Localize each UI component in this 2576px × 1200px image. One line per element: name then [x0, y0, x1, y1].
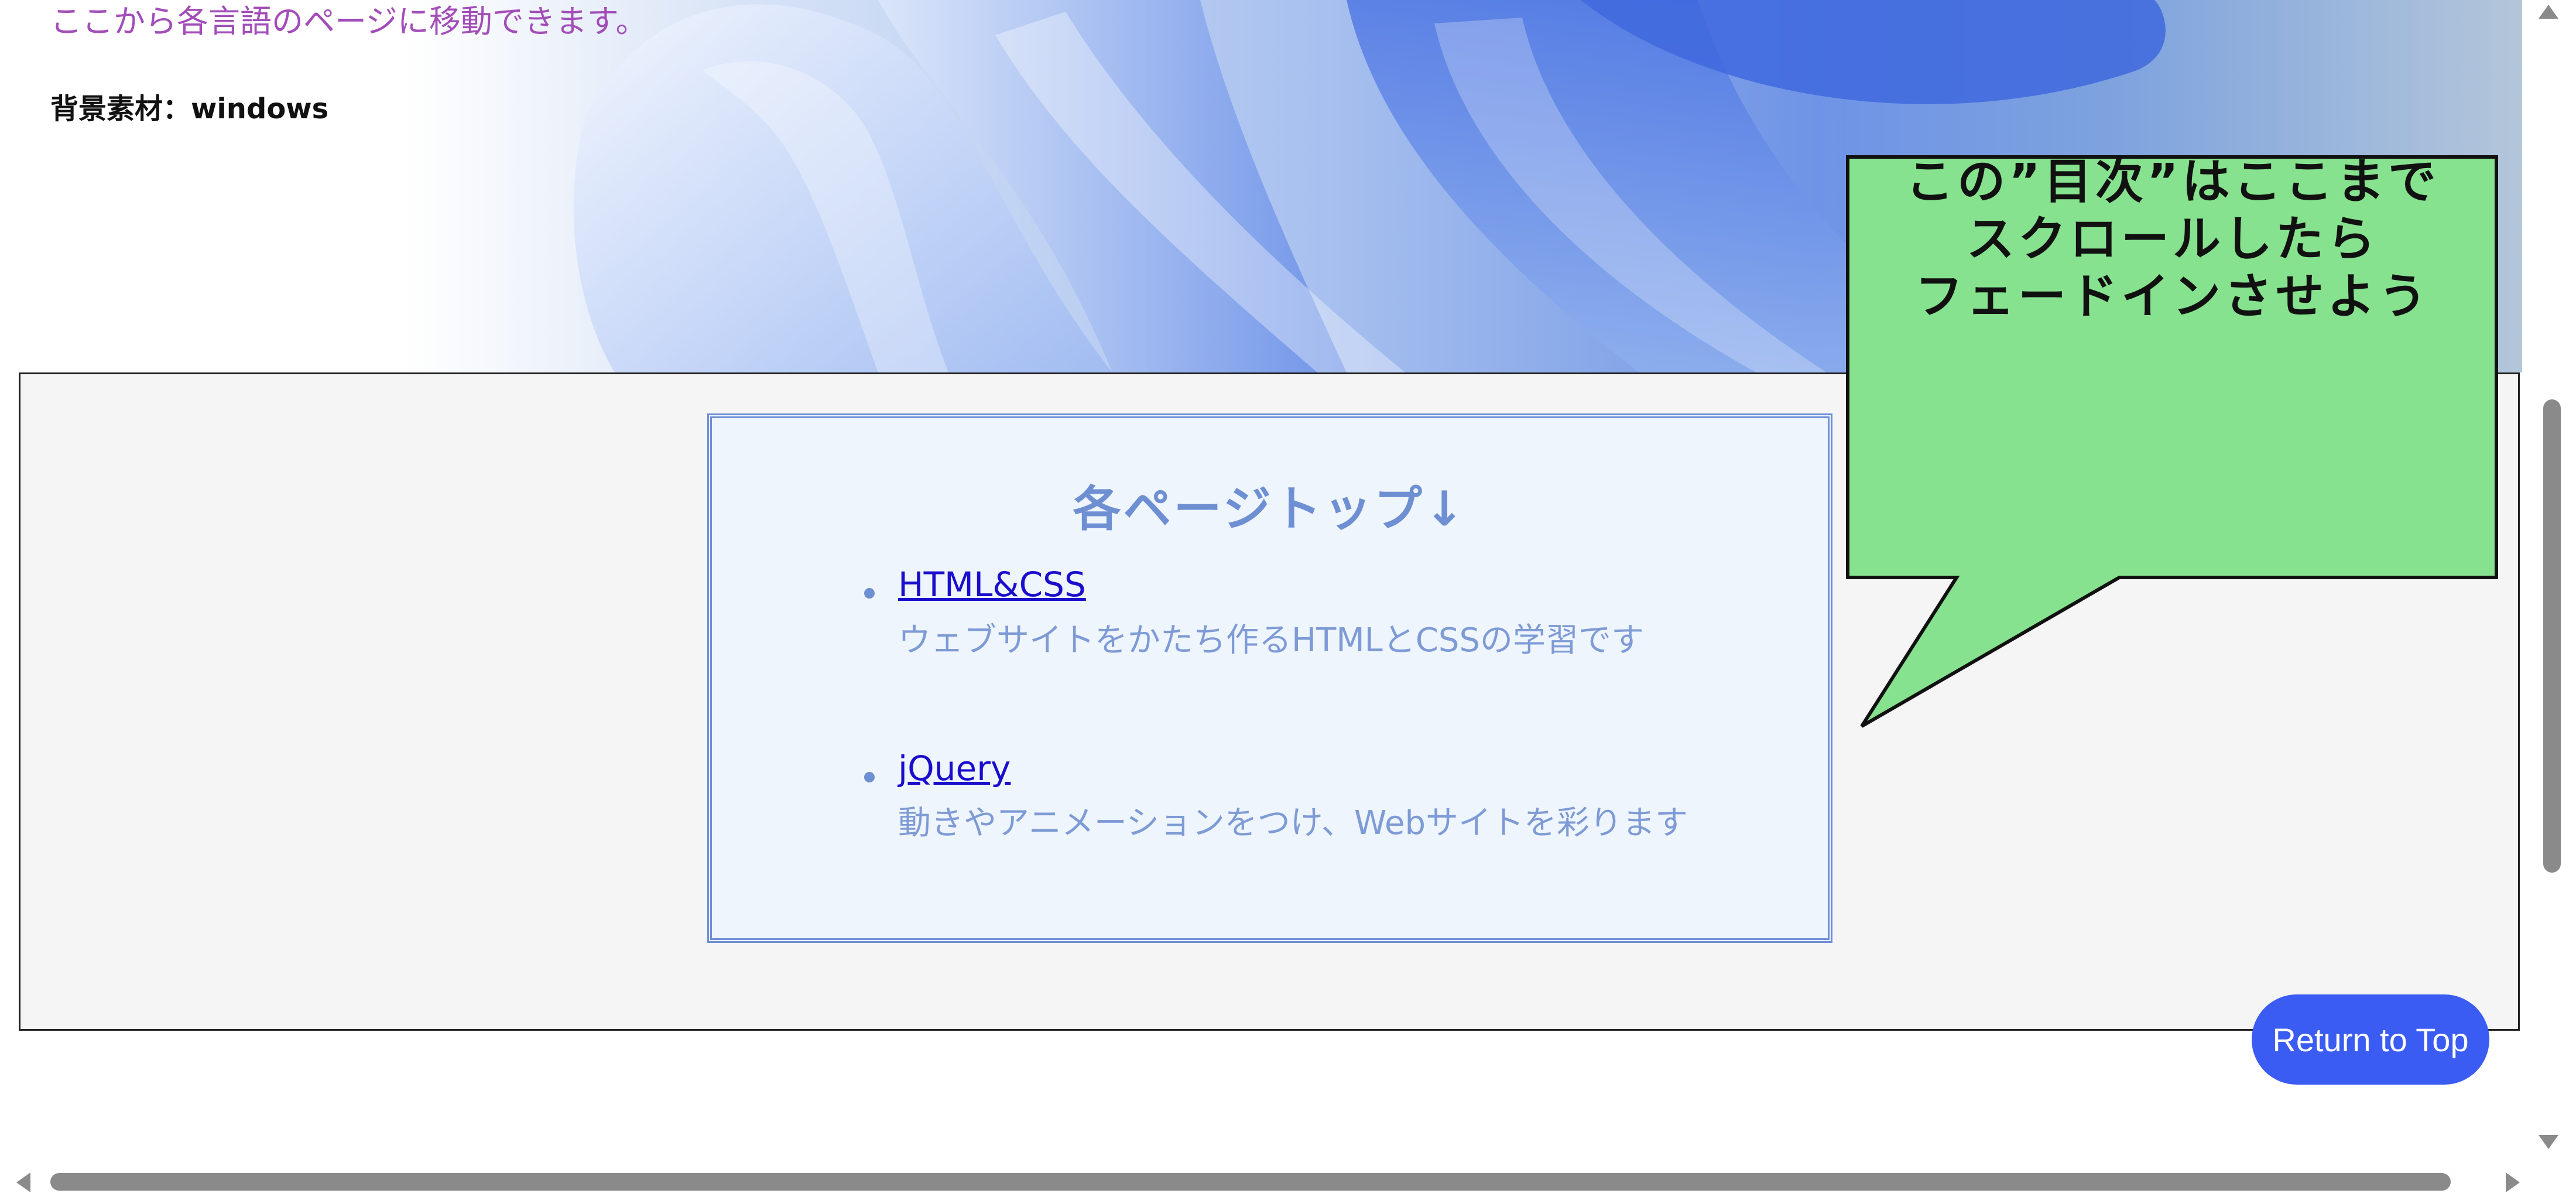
scroll-right-arrow-icon[interactable] [2506, 1172, 2520, 1192]
hero-subtitle: ここから各言語のページに移動できます。 [50, 3, 648, 40]
toc-description-jquery: 動きやアニメーションをつけ、Webサイトを彩ります [898, 804, 1688, 842]
page: ここから各言語のページに移動できます。 背景素材：windows 各ページトップ… [0, 0, 2576, 1200]
bullet-icon [864, 588, 875, 599]
scroll-left-arrow-icon[interactable] [16, 1172, 30, 1192]
scroll-down-arrow-icon[interactable] [2539, 1135, 2558, 1149]
background-credit: 背景素材：windows [50, 93, 329, 125]
return-to-top-button[interactable]: Return to Top [2252, 994, 2489, 1085]
bullet-icon [864, 772, 875, 782]
vertical-scrollbar-thumb[interactable] [2543, 399, 2561, 873]
scroll-up-arrow-icon[interactable] [2539, 5, 2558, 19]
horizontal-scrollbar-thumb[interactable] [50, 1173, 2451, 1191]
toc-title: 各ページトップ↓ [1073, 481, 1467, 537]
callout-text: この”目次”はここまで スクロールしたら フェードインさせよう [1906, 154, 2440, 324]
toc-link-jquery[interactable]: jQuery [898, 748, 1010, 788]
toc-link-html-css[interactable]: HTML&CSS [898, 565, 1086, 604]
table-of-contents: 各ページトップ↓ HTML&CSS ウェブサイトをかたち作るHTMLとCSSの学… [707, 413, 1832, 943]
toc-description-html-css: ウェブサイトをかたち作るHTMLとCSSの学習です [898, 621, 1645, 659]
